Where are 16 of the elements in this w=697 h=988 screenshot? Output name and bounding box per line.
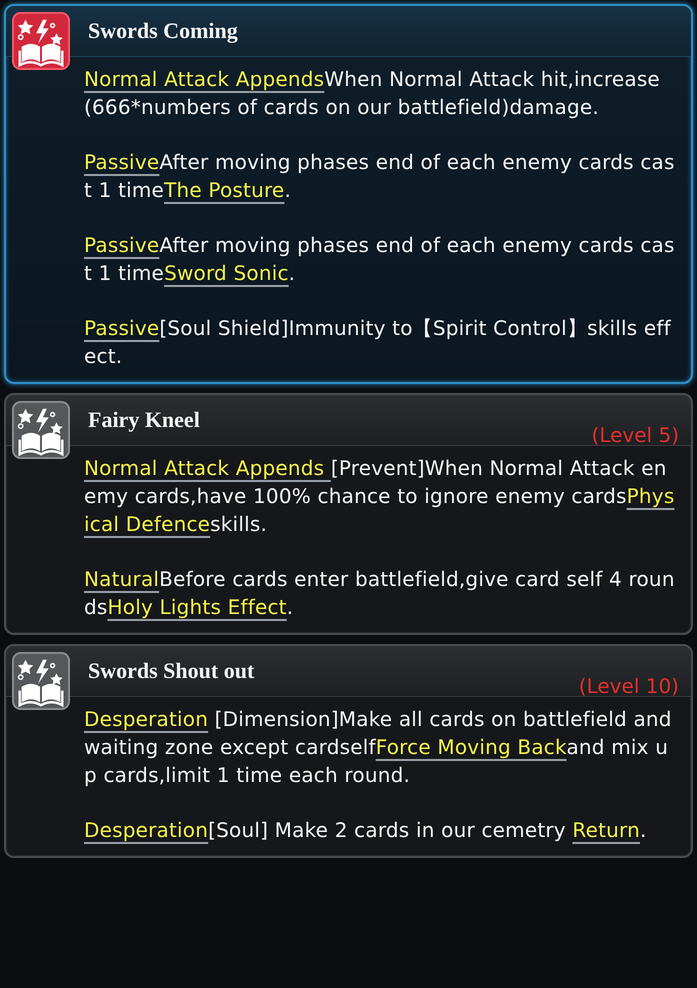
- skill-description: Normal Attack Appends [Prevent]When Normal Attack enemy cards,have 100% chance to ignore enemy cardsPhysical Defenceskills.: [84, 455, 676, 538]
- skill-description: NaturalBefore cards enter battlefield,give card self 4 roundsHoly Lights Effect.: [84, 566, 676, 621]
- skill-description: Desperation[Soul] Make 2 cards in our cemetry Return.: [84, 817, 648, 844]
- skill-title: Swords Coming: [88, 18, 238, 44]
- skill-description: PassiveAfter moving phases end of each enemy cards cast 1 timeSword Sonic.: [84, 232, 676, 287]
- spellbook-icon: [12, 401, 70, 459]
- skill-description: PassiveAfter moving phases end of each enemy cards cast 1 timeThe Posture.: [84, 149, 676, 204]
- skill-description: Desperation [Dimension]Make all cards on battlefield and waiting zone except cardselfForce Moving Backand mix up cards,limit 1 time each round.: [84, 706, 673, 789]
- skill-title: Swords Shout out: [88, 658, 254, 684]
- skill-level: (Level 5): [592, 423, 679, 447]
- spellbook-icon: [12, 652, 70, 710]
- skill-description: Normal Attack AppendsWhen Normal Attack hit,increase(666*numbers of cards on our battlefield)damage.: [84, 66, 661, 121]
- skill-title: Fairy Kneel: [88, 407, 200, 433]
- spellbook-icon: [12, 12, 70, 70]
- skill-description: Passive[Soul Shield]Immunity to【Spirit Control】skills effect.: [84, 315, 672, 370]
- skill-level: (Level 10): [578, 674, 679, 698]
